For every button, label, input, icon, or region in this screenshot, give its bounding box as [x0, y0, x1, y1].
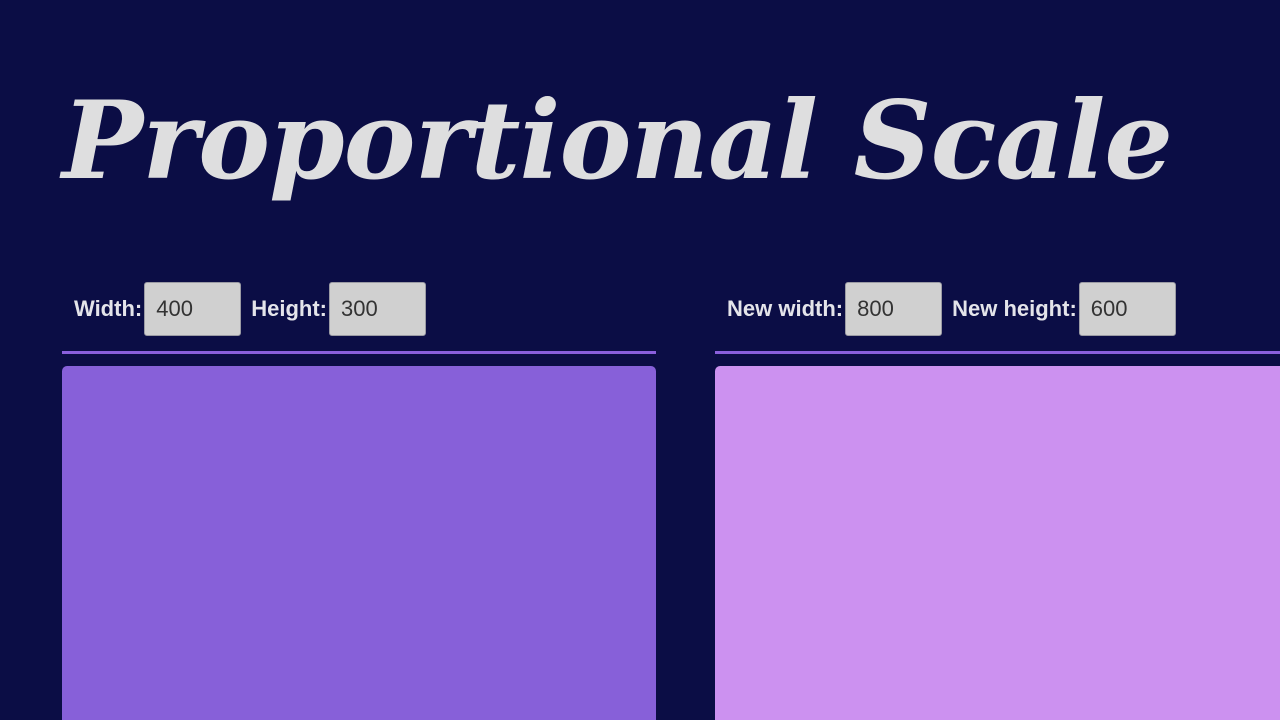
width-input[interactable]: [144, 282, 242, 336]
new-width-input[interactable]: [845, 282, 943, 336]
height-label: Height:: [251, 296, 327, 321]
width-label: Width:: [74, 296, 143, 321]
new-height-input[interactable]: [1078, 282, 1176, 336]
scaled-divider: [715, 351, 1280, 354]
height-input[interactable]: [328, 282, 426, 336]
new-width-label: New width:: [727, 296, 844, 321]
new-height-label: New height:: [952, 296, 1077, 321]
scaled-dimensions-controls: New width: New height:: [727, 282, 1186, 336]
scaled-preview-box: [715, 366, 1280, 720]
original-divider: [62, 351, 656, 354]
page-title: Proportional Scale: [62, 78, 1173, 204]
original-dimensions-controls: Width: Height:: [74, 282, 436, 336]
original-preview-box: [62, 366, 656, 720]
